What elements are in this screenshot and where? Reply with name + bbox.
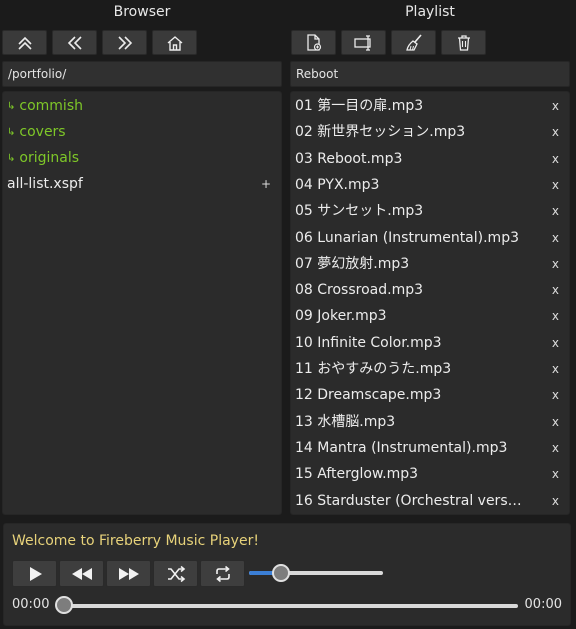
seek-knob[interactable] <box>55 596 73 614</box>
playlist-track[interactable]: 13 水槽脳.mp3 x <box>295 410 565 434</box>
remove-track-button[interactable]: x <box>552 252 559 276</box>
player-panel: Welcome to Fireberry Music Player! 00:00… <box>3 523 571 626</box>
remove-track-button[interactable]: x <box>552 199 559 223</box>
track-name: 13 水槽脳.mp3 <box>295 413 396 430</box>
track-name: 10 Infinite Color.mp3 <box>295 334 442 351</box>
playlist-name: Reboot <box>290 61 570 87</box>
fast-forward-icon <box>118 567 139 580</box>
playlist-track[interactable]: 08 Crossroad.mp3 x <box>295 278 565 302</box>
home-icon <box>167 35 182 51</box>
next-button[interactable] <box>106 560 151 587</box>
clean-playlist-button[interactable] <box>391 30 436 55</box>
previous-button[interactable] <box>59 560 104 587</box>
add-to-playlist-button[interactable]: + <box>261 172 271 196</box>
playlist-panel: 01 第一目の扉.mp3 x 02 新世界セッション.mp3 x 03 Reboot.m… <box>290 91 570 515</box>
remove-track-button[interactable]: x <box>552 304 559 328</box>
trash-icon <box>457 34 470 51</box>
track-name: 11 おやすみのうた.mp3 <box>295 361 452 377</box>
play-icon <box>29 566 42 581</box>
track-name: 16 Starduster (Orchestral version).mp3 <box>295 492 525 509</box>
playlist-track[interactable]: 02 新世界セッション.mp3 x <box>295 120 565 144</box>
remove-track-button[interactable]: x <box>552 357 559 381</box>
remove-track-button[interactable]: x <box>552 436 559 460</box>
volume-knob[interactable] <box>272 564 291 582</box>
playlist-track[interactable]: 06 Lunarian (Instrumental).mp3 x <box>295 226 565 250</box>
remove-track-button[interactable]: x <box>552 410 559 434</box>
playlist-track[interactable]: 11 おやすみのうた.mp3 x <box>295 357 565 381</box>
folder-item[interactable]: ↳ covers <box>7 120 66 144</box>
playlist-track[interactable]: 14 Mantra (Instrumental).mp3 x <box>295 436 565 460</box>
track-name: 06 Lunarian (Instrumental).mp3 <box>295 229 519 246</box>
track-name: 01 第一目の扉.mp3 <box>295 98 424 114</box>
track-name: 03 Reboot.mp3 <box>295 150 403 167</box>
remove-track-button[interactable]: x <box>552 173 559 197</box>
playlist-track[interactable]: 09 Joker.mp3 x <box>295 304 565 328</box>
remove-track-button[interactable]: x <box>552 226 559 250</box>
play-button[interactable] <box>12 560 57 587</box>
new-playlist-button[interactable] <box>291 30 336 55</box>
track-name: 09 Joker.mp3 <box>295 308 387 325</box>
track-name: 07 夢幻放射.mp3 <box>295 255 410 272</box>
delete-playlist-button[interactable] <box>441 30 486 55</box>
back-button[interactable] <box>52 30 97 55</box>
file-name: all-list.xspf <box>7 176 83 192</box>
seek-bar[interactable] <box>64 604 518 608</box>
remove-track-button[interactable]: x <box>552 383 559 407</box>
track-name: 12 Dreamscape.mp3 <box>295 387 442 404</box>
volume-slider[interactable] <box>249 571 383 575</box>
playlist-track[interactable]: 01 第一目の扉.mp3 x <box>295 94 565 118</box>
total-time: 00:00 <box>524 597 562 612</box>
shuffle-icon <box>167 565 185 582</box>
remove-track-button[interactable]: x <box>552 462 559 486</box>
track-name: 02 新世界セッション.mp3 <box>295 124 466 141</box>
remove-track-button[interactable]: x <box>552 489 559 513</box>
track-name: 08 Crossroad.mp3 <box>295 282 424 299</box>
elapsed-time: 00:00 <box>12 597 50 612</box>
browser-path: /portfolio/ <box>2 61 282 87</box>
track-name: 05 サンセット.mp3 <box>295 203 424 220</box>
double-chevron-right-icon <box>117 35 132 50</box>
new-playlist-icon <box>306 33 321 51</box>
playlist-track[interactable]: 15 Afterglow.mp3 x <box>295 462 565 486</box>
clean-icon <box>405 33 422 51</box>
remove-track-button[interactable]: x <box>552 120 559 144</box>
double-chevron-left-icon <box>67 35 82 50</box>
forward-button[interactable] <box>102 30 147 55</box>
remove-track-button[interactable]: x <box>552 147 559 171</box>
folder-item[interactable]: ↳ commish <box>7 94 83 118</box>
browser-panel: ↳ commish ↳ covers ↳ originals all-list.xsp… <box>2 91 282 515</box>
repeat-icon <box>215 565 230 582</box>
rename-playlist-button[interactable] <box>341 30 386 55</box>
playlist-track[interactable]: 12 Dreamscape.mp3 x <box>295 383 565 407</box>
remove-track-button[interactable]: x <box>552 94 559 118</box>
playlist-track[interactable]: 07 夢幻放射.mp3 x <box>295 252 565 276</box>
browser-title: Browser <box>113 4 171 20</box>
playlist-track[interactable]: 10 Infinite Color.mp3 x <box>295 331 565 355</box>
rewind-icon <box>71 567 92 580</box>
folder-item[interactable]: ↳ originals <box>7 146 79 170</box>
playlist-title: Playlist <box>405 4 455 20</box>
parent-folder-button[interactable] <box>2 30 47 55</box>
track-name: 04 PYX.mp3 <box>295 176 380 193</box>
playlist-track[interactable]: 03 Reboot.mp3 x <box>295 147 565 171</box>
track-name: 15 Afterglow.mp3 <box>295 466 419 483</box>
playlist-track[interactable]: 16 Starduster (Orchestral version).mp3 x <box>295 489 565 513</box>
shuffle-button[interactable] <box>153 560 198 587</box>
double-chevron-up-icon <box>17 36 32 50</box>
rename-icon <box>353 34 371 51</box>
repeat-button[interactable] <box>200 560 245 587</box>
welcome-message: Welcome to Fireberry Music Player! <box>12 533 259 549</box>
playlist-track[interactable]: 05 サンセット.mp3 x <box>295 199 565 223</box>
track-name: 14 Mantra (Instrumental).mp3 <box>295 439 508 456</box>
file-item[interactable]: all-list.xspf + <box>7 172 277 196</box>
remove-track-button[interactable]: x <box>552 331 559 355</box>
home-button[interactable] <box>152 30 197 55</box>
playlist-track[interactable]: 04 PYX.mp3 x <box>295 173 565 197</box>
remove-track-button[interactable]: x <box>552 278 559 302</box>
